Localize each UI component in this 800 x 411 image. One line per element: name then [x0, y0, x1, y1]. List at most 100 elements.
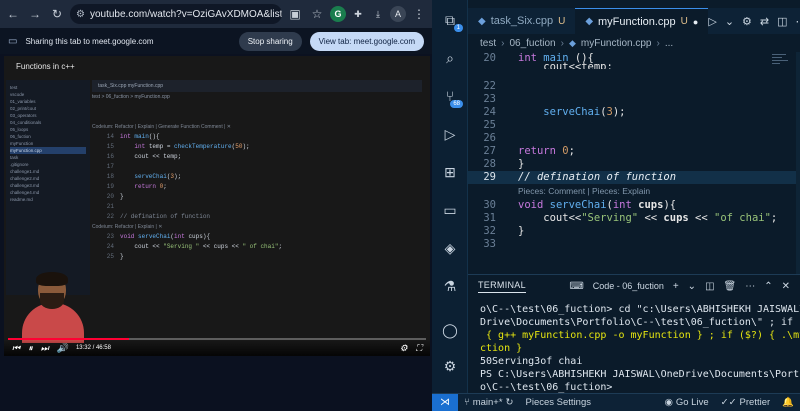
cpp-file-icon: ◆ — [568, 37, 576, 48]
go-live[interactable]: ◉ Go Live — [659, 397, 715, 408]
terminal-line: 50Serving3of chai — [480, 356, 583, 367]
forward-icon[interactable]: → — [26, 5, 44, 23]
remote-explorer-icon[interactable]: ▭ — [440, 200, 460, 220]
view-tab-button[interactable]: View tab: meet.google.com — [309, 31, 424, 51]
prettier[interactable]: ✓✓ Prettier — [715, 397, 777, 408]
source-control-icon[interactable]: ⑂ 68 — [440, 86, 463, 108]
bookmark-star-icon[interactable]: ☆ — [308, 5, 326, 23]
reload-icon[interactable]: ↻ — [48, 5, 66, 23]
double-check-icon: ✓✓ — [720, 397, 737, 408]
code-line: cout<<temp; — [518, 61, 613, 69]
search-icon[interactable]: ⌕ — [440, 48, 460, 68]
go-live-label: Go Live — [675, 397, 709, 408]
previous-icon[interactable]: ⏮ — [12, 343, 20, 354]
split-terminal-icon[interactable]: ◫ — [705, 281, 714, 292]
pieces-codelens[interactable]: Pieces: Comment | Pieces: Explain — [518, 186, 650, 197]
video-file-item: 06_fuction — [10, 134, 31, 139]
fullscreen-icon[interactable]: ⛶ — [416, 343, 422, 354]
screen-share-icon: ▭ — [8, 35, 18, 47]
maximize-panel-icon[interactable]: ⌃ — [764, 281, 772, 292]
profile-avatar[interactable]: A — [390, 6, 406, 22]
settings-gear-icon[interactable]: ⚙ — [400, 343, 408, 354]
remote-icon[interactable]: ⋊ — [432, 393, 458, 411]
download-icon[interactable]: ⤓ — [370, 6, 386, 22]
url-field[interactable]: ⚙ youtube.com/watch?v=OziGAvXDMOA&list=P… — [70, 4, 282, 24]
video-time: 13:32 / 46:58 — [75, 345, 111, 351]
extensions-puzzle-icon[interactable]: ✚ — [350, 6, 366, 22]
run-debug-icon[interactable]: ▷ — [440, 124, 460, 144]
explorer-files-icon[interactable]: ⧉ 1 — [440, 10, 463, 32]
video-explorer-sidebar: test vscode 01_variables 02_print/cout 0… — [6, 80, 90, 295]
unsaved-dot-icon[interactable]: ● — [693, 17, 698, 27]
stop-sharing-button[interactable]: Stop sharing — [238, 31, 302, 51]
extension-icon[interactable]: G — [330, 6, 346, 22]
status-bar: ⋊ ⑂ main+* ↻ Pieces Settings ◉ Go Live ✓✓ Pr… — [432, 393, 800, 411]
tab-task-six[interactable]: ◆ task_Six.cpp U — [468, 8, 575, 34]
cast-icon[interactable]: ▣ — [286, 5, 304, 23]
extensions-icon[interactable]: ⊞ — [440, 162, 460, 182]
video-file-item: challenge1.md — [10, 169, 40, 174]
next-icon[interactable]: ⏭ — [41, 343, 49, 354]
video-file-item: 01_variables — [10, 99, 36, 104]
terminal-line: Drive\Documents\Portfolio\C--\test\06_fu… — [480, 317, 800, 328]
volume-icon[interactable]: 🔊 — [57, 343, 68, 354]
compare-icon[interactable]: ⇄ — [760, 15, 769, 28]
browser-menu-icon[interactable]: ⋮ — [410, 5, 428, 23]
trash-icon[interactable]: 🗑 — [724, 281, 737, 292]
more-actions-icon[interactable]: ⋯ — [745, 281, 755, 292]
run-dropdown-icon[interactable]: ⌄ — [725, 15, 734, 28]
new-terminal-icon[interactable]: + — [673, 281, 679, 292]
code-line: 30 void serveChai(int cups){ — [483, 199, 677, 211]
settings-gear-icon[interactable]: ⚙ — [742, 15, 752, 28]
terminal-line: o\C--\test\06_fuction> cd "c:\Users\ABHI… — [480, 304, 800, 315]
manage-gear-icon[interactable]: ⚙ — [440, 356, 460, 376]
pieces-icon[interactable]: ◈ — [440, 238, 460, 258]
tab-label: myFunction.cpp — [598, 15, 676, 28]
terminal-line: PS C:\Users\ABHISHEKH JAISWAL\OneDrive\D… — [480, 369, 800, 380]
terminal-output[interactable]: o\C--\test\06_fuction> cd "c:\Users\ABHI… — [468, 297, 800, 394]
back-icon[interactable]: ← — [4, 5, 22, 23]
breadcrumb-item[interactable]: test — [480, 38, 496, 49]
notifications-bell-icon[interactable]: 🔔 — [776, 397, 800, 408]
video-file-item: 02_print/cout — [10, 106, 37, 111]
video-title: Functions in c++ — [16, 62, 75, 71]
terminal-name[interactable]: Code - 06_fuction — [593, 281, 664, 291]
tab-terminal[interactable]: TERMINAL — [478, 280, 526, 293]
git-branch[interactable]: ⑂ main+* ↻ — [458, 397, 520, 408]
video-file-item: myFunction.cpp — [10, 147, 86, 154]
run-icon[interactable]: ▷ — [708, 15, 716, 28]
code-line: 25 — [483, 119, 496, 131]
pieces-settings-label: Pieces Settings — [525, 397, 591, 408]
presenter-webcam — [20, 272, 86, 343]
account-icon[interactable]: ◯ — [440, 320, 460, 340]
minimap[interactable] — [772, 54, 790, 72]
tab-sharing-bar: ▭ Sharing this tab to meet.google.com St… — [0, 28, 432, 54]
testing-icon[interactable]: ⚗ — [440, 276, 460, 296]
code-line: 26 — [483, 132, 496, 144]
video-file-item: readme.md — [10, 197, 33, 202]
vscode-window: ⧉ 1 ⌕ ⑂ 68 ▷ ⊞ ▭ ◈ ⚗ ◯ ⚙ ◆ task_Six.cpp U … — [432, 0, 800, 411]
screen: ← → ↻ ⚙ youtube.com/watch?v=OziGAvXDMOA&… — [0, 0, 800, 411]
split-editor-icon[interactable]: ◫ — [777, 15, 787, 28]
sync-icon: ↻ — [505, 397, 514, 408]
video-codeium-hint-2: Codeium: Refactor | Explain | ✕ — [92, 224, 163, 230]
breadcrumb-item[interactable]: myFunction.cpp — [581, 38, 652, 49]
code-line: 31 cout<<"Serving" << cups << "of chai"; — [483, 212, 778, 224]
breadcrumb-item[interactable]: ... — [665, 38, 673, 49]
close-icon[interactable]: ✕ — [782, 281, 790, 292]
more-actions-icon[interactable]: ⋯ — [796, 15, 800, 28]
terminal-dropdown-icon[interactable]: ⌄ — [688, 281, 696, 292]
tab-myfunction[interactable]: ◆ myFunction.cpp U ● — [575, 8, 709, 34]
pieces-settings[interactable]: Pieces Settings — [520, 397, 597, 408]
editor-scrollbar[interactable] — [796, 52, 800, 274]
video-file-item: 03_operators — [10, 113, 37, 118]
url-text: youtube.com/watch?v=OziGAvXDMOA&list=PLu… — [89, 8, 282, 20]
code-line: 22 — [483, 80, 496, 92]
browser-window: ← → ↻ ⚙ youtube.com/watch?v=OziGAvXDMOA&… — [0, 0, 432, 411]
pause-icon[interactable]: ⏸ — [28, 343, 33, 354]
video-controls: ⏮ ⏸ ⏭ 🔊 13:32 / 46:58 ⚙ ⛶ — [4, 340, 430, 356]
code-editor[interactable]: 20 int main (){ cout<<temp; 22 23 24 serv… — [468, 52, 800, 274]
breadcrumb-item[interactable]: 06_fuction — [509, 38, 555, 49]
video-file-item: .gitignore — [10, 162, 29, 167]
site-info-icon[interactable]: ⚙ — [76, 9, 85, 20]
